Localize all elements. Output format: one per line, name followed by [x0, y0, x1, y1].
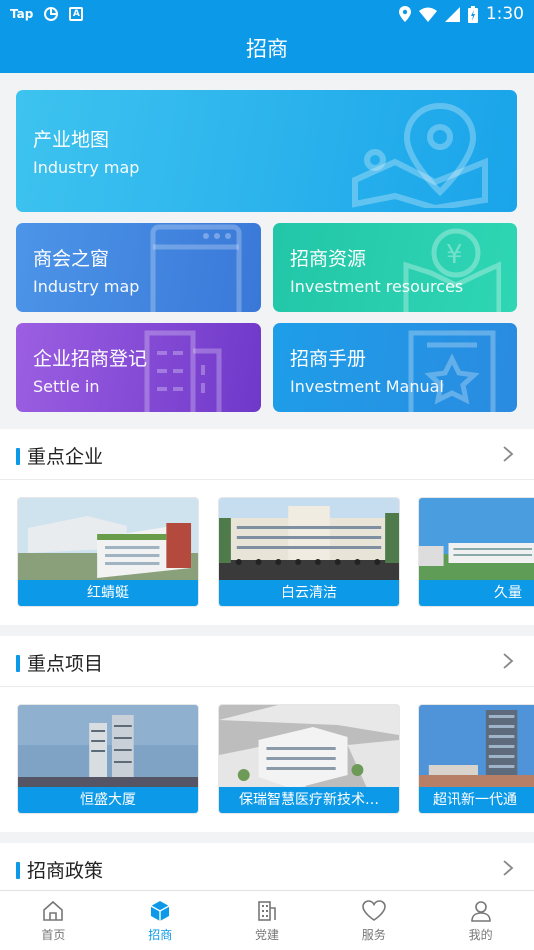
- industry-map-title: 产业地图: [33, 129, 110, 151]
- key-projects-header[interactable]: 重点项目: [0, 636, 534, 687]
- list-item[interactable]: 保瑞智慧医疗新技术…: [218, 704, 400, 814]
- nav-party[interactable]: 党建: [214, 891, 321, 950]
- enterprise-registration-title: 企业招商登记: [33, 348, 148, 370]
- home-icon: [43, 900, 64, 921]
- section-accent: [16, 862, 20, 879]
- chevron-right-icon: [503, 653, 514, 669]
- investment-resources-title: 招商资源: [290, 248, 367, 270]
- tap-app-icon: Tap: [10, 7, 34, 21]
- list-item[interactable]: 久量: [418, 497, 534, 607]
- status-bar: Tap A 1:30: [0, 0, 534, 28]
- chamber-window-card[interactable]: 商会之窗 Industry map: [16, 223, 261, 312]
- enterprise-registration-card[interactable]: 企业招商登记 Settle in: [16, 323, 261, 412]
- enterprise-photo: [18, 498, 198, 582]
- chamber-window-title: 商会之窗: [33, 248, 110, 270]
- investment-manual-subtitle: Investment Manual: [290, 377, 444, 396]
- window-icon: [150, 224, 242, 312]
- enterprise-name: 红蜻蜓: [18, 580, 198, 606]
- project-name: 超讯新一代通: [419, 787, 534, 813]
- investment-policy-section: 招商政策: [0, 843, 534, 890]
- list-item[interactable]: 恒盛大厦: [17, 704, 199, 814]
- investment-resources-subtitle: Investment resources: [290, 277, 464, 296]
- key-enterprises-header[interactable]: 重点企业: [0, 429, 534, 480]
- project-photo: [18, 705, 198, 789]
- investment-resources-card[interactable]: ¥ 招商资源 Investment resources: [273, 223, 517, 312]
- user-icon: [470, 900, 491, 922]
- chevron-right-icon: [503, 860, 514, 876]
- section-accent: [16, 655, 20, 672]
- cube-icon: [150, 900, 170, 921]
- nav-mine-label: 我的: [468, 927, 493, 942]
- heart-icon: [361, 899, 386, 921]
- chevron-right-icon: [503, 446, 514, 462]
- enterprise-photo: [219, 498, 399, 582]
- clock: 1:30: [485, 4, 524, 24]
- wifi-icon: [418, 7, 437, 22]
- key-enterprises-section: 重点企业 红蜻蜓 白云清洁 久量: [0, 429, 534, 625]
- investment-policy-header[interactable]: 招商政策: [0, 843, 534, 894]
- enterprise-name: 白云清洁: [219, 580, 399, 606]
- building-icon: [258, 900, 276, 921]
- office-building-icon: [144, 330, 222, 412]
- money-book-icon: ¥: [403, 228, 501, 312]
- project-carousel[interactable]: 恒盛大厦 保瑞智慧医疗新技术… 超讯新一代通: [0, 687, 534, 832]
- nav-mine[interactable]: 我的: [427, 891, 534, 950]
- enterprise-name: 久量: [419, 580, 534, 606]
- nav-service-label: 服务: [361, 927, 386, 942]
- bottom-navigation: 首页 招商 党建 服务 我的: [0, 890, 534, 950]
- project-name: 保瑞智慧医疗新技术…: [219, 787, 399, 813]
- nav-home-label: 首页: [41, 927, 66, 942]
- nav-invest[interactable]: 招商: [107, 891, 214, 950]
- investment-manual-card[interactable]: 招商手册 Investment Manual: [273, 323, 517, 412]
- enterprise-carousel[interactable]: 红蜻蜓 白云清洁 久量: [0, 480, 534, 625]
- chamber-window-subtitle: Industry map: [33, 277, 140, 296]
- battery-icon: [467, 5, 478, 23]
- list-item[interactable]: 红蜻蜓: [17, 497, 199, 607]
- project-photo: [219, 705, 399, 789]
- enterprise-photo: [419, 498, 534, 582]
- enterprise-registration-subtitle: Settle in: [33, 377, 100, 396]
- map-location-icon: [352, 102, 488, 208]
- project-name: 恒盛大厦: [18, 787, 198, 813]
- page-title: 招商: [246, 37, 288, 61]
- key-projects-section: 重点项目 恒盛大厦 保瑞智慧医疗新技术… 超讯新一代通: [0, 636, 534, 832]
- app-header: Tap A 1:30 招商: [0, 0, 534, 73]
- svg-text:¥: ¥: [446, 240, 463, 270]
- location-icon: [398, 6, 411, 22]
- industry-map-subtitle: Industry map: [33, 158, 140, 177]
- feature-cards: 产业地图 Industry map 商会之窗 Industry map ¥ 招商…: [0, 73, 534, 429]
- signal-icon: [444, 6, 460, 22]
- nav-invest-label: 招商: [148, 927, 173, 942]
- investment-manual-title: 招商手册: [290, 348, 367, 370]
- key-projects-title: 重点项目: [27, 653, 104, 675]
- section-accent: [16, 448, 20, 465]
- project-photo: [419, 705, 534, 789]
- investment-policy-title: 招商政策: [27, 860, 104, 882]
- nav-service[interactable]: 服务: [320, 891, 427, 950]
- notification-icon: A: [69, 7, 84, 21]
- sync-icon: [44, 7, 59, 21]
- nav-party-label: 党建: [254, 927, 279, 942]
- star-document-icon: [408, 330, 496, 412]
- nav-home[interactable]: 首页: [0, 891, 107, 950]
- industry-map-card[interactable]: 产业地图 Industry map: [16, 90, 517, 212]
- list-item[interactable]: 白云清洁: [218, 497, 400, 607]
- list-item[interactable]: 超讯新一代通: [418, 704, 534, 814]
- key-enterprises-title: 重点企业: [27, 446, 104, 468]
